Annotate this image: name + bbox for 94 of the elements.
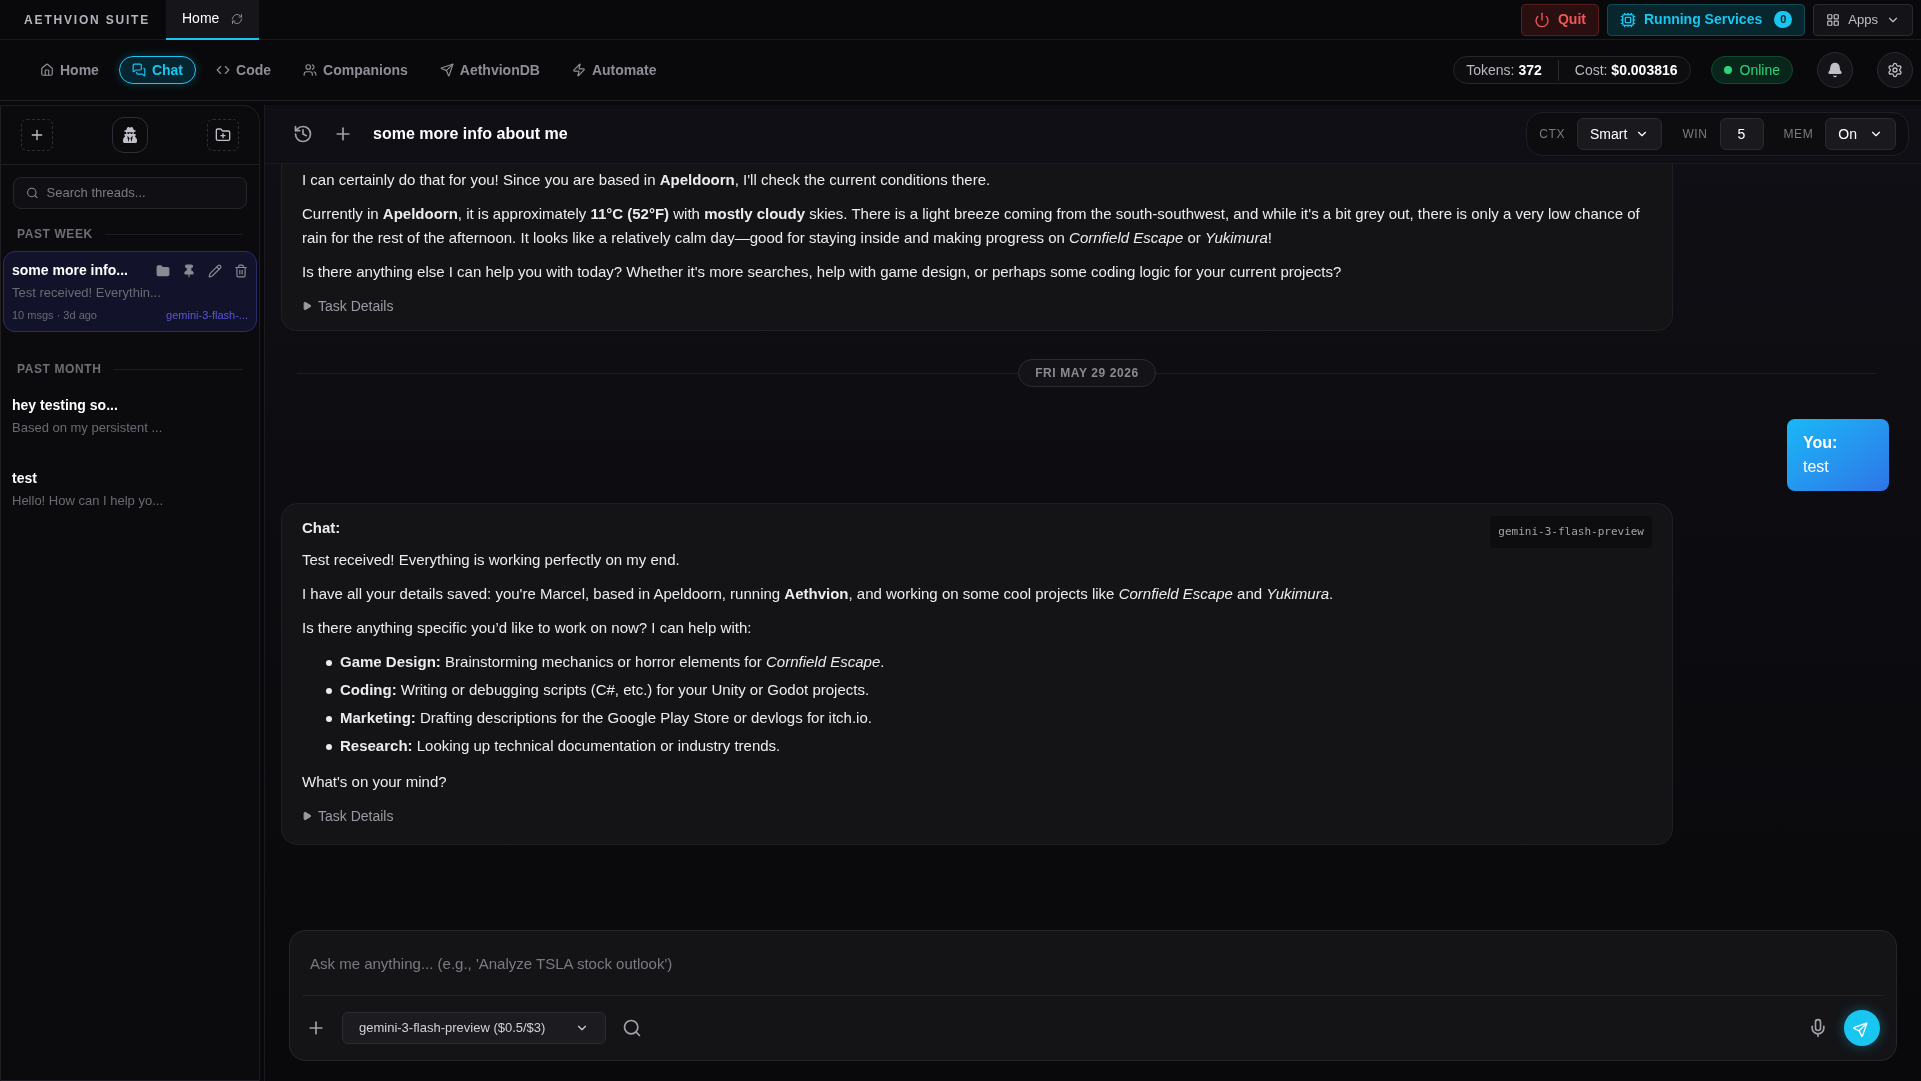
history-button[interactable] xyxy=(293,124,313,144)
history-icon xyxy=(293,124,313,144)
count-badge: 0 xyxy=(1774,11,1793,28)
thread-title: test xyxy=(12,468,37,488)
thread-model: gemini-3-flash-... xyxy=(166,307,248,323)
bullet-icon xyxy=(326,688,332,694)
power-icon xyxy=(1533,11,1550,28)
quit-button[interactable]: Quit xyxy=(1520,3,1599,36)
new-folder-button[interactable] xyxy=(207,119,239,151)
search-icon xyxy=(622,1018,642,1038)
group-heading: PAST MONTH xyxy=(17,361,102,378)
message-composer[interactable]: Ask me anything... (e.g., 'Analyze TSLA stock outlook') gemini-3-flash-preview ($0.5/$3) xyxy=(289,930,1897,1061)
plus-icon xyxy=(29,127,45,143)
sender-label: Chat: xyxy=(302,518,341,538)
thread-item[interactable]: some more info... Test received! Everythin... 10 msgs · 3d ago gemini-3-flash-... xyxy=(3,251,257,332)
pin-icon[interactable] xyxy=(182,263,196,278)
nav-tab[interactable]: Companions xyxy=(291,56,420,84)
model-tag: gemini-3-flash-preview xyxy=(1490,516,1652,548)
list-item-text: Marketing: Drafting descriptions for the Google Play Store or devlogs for itch.io. xyxy=(340,708,872,728)
search-button[interactable] xyxy=(622,1018,642,1038)
online-status: Online xyxy=(1710,56,1793,84)
grid-icon xyxy=(1826,12,1841,27)
message-text: Is there anything specific you’d like to work on now? I can help with: xyxy=(302,618,753,638)
refresh-icon xyxy=(231,12,244,25)
thread-title: hey testing so... xyxy=(12,396,118,415)
list-item-text: Game Design: Brainstorming mechanics or horror elements for Cornfield Escape. xyxy=(340,652,885,672)
settings-button[interactable] xyxy=(1877,52,1913,88)
chat-title: some more info about me xyxy=(373,124,568,144)
expand-icon xyxy=(302,811,312,821)
message-text: I have all your details saved: you're Marcel, based in Apeldoorn, running Aethvion, and working on some cool projects like Cornfield Escape and Yukimura. xyxy=(302,584,1335,604)
thread-item[interactable]: hey testing so... Based on my persistent ... xyxy=(3,386,257,447)
folder-icon[interactable] xyxy=(156,263,170,278)
model-select[interactable]: gemini-3-flash-preview ($0.5/$3) xyxy=(342,1012,606,1044)
delete-icon[interactable] xyxy=(234,263,248,278)
search-icon xyxy=(26,186,39,200)
folder-plus-icon xyxy=(215,127,231,143)
thread-meta: 10 msgs · 3d ago xyxy=(12,307,97,323)
paper-plane-icon xyxy=(439,63,454,77)
message-text: Is there anything else I can help you with today? Whether it's more searches, help with game design, or perhaps some coding logic for your current projects? xyxy=(302,262,1343,282)
message-input[interactable]: Ask me anything... (e.g., 'Analyze TSLA stock outlook') xyxy=(290,931,1896,995)
notifications-button[interactable] xyxy=(1817,52,1853,88)
bullet-icon xyxy=(326,660,332,666)
bullet-icon xyxy=(326,744,332,750)
users-icon xyxy=(303,63,318,77)
thread-title: some more info... xyxy=(12,261,128,280)
nav-tab[interactable]: Chat xyxy=(118,56,197,84)
ctx-select[interactable]: Smart xyxy=(1577,118,1663,150)
task-details-toggle[interactable]: Task Details xyxy=(302,294,394,318)
apps-menu-button[interactable]: Apps xyxy=(1813,3,1913,36)
list-item-text: Research: Looking up technical documentation or industry trends. xyxy=(340,736,781,756)
expand-icon xyxy=(302,301,312,311)
house-icon xyxy=(40,63,54,77)
thread-preview: Based on my persistent ... xyxy=(12,419,164,437)
mem-select[interactable]: On xyxy=(1825,118,1896,150)
message-text: I can certainly do that for you! Since you are based in Apeldoorn, I'll check the current conditions there. xyxy=(302,170,992,190)
chip-icon xyxy=(1619,11,1636,28)
task-details-toggle[interactable]: Task Details xyxy=(302,804,394,828)
code-icon xyxy=(216,63,231,77)
thread-item[interactable]: test Hello! How can I help yo... xyxy=(3,458,257,519)
send-button[interactable] xyxy=(1844,1010,1880,1046)
window-tab[interactable]: Home xyxy=(166,0,260,40)
message-text: Currently in Apeldoorn, it is approximately 11°C (52°F) with mostly cloudy skies. There is a light breeze coming from the south-southwest, and while it's a bit grey out, there is only a very low chance of rain for the rest of the afternoon. It looks like a relatively calm day—good for staying inside and making progress on Cornfield Escape or Yukimura! xyxy=(302,204,1641,248)
brand-name: AETHVION SUITE xyxy=(24,11,150,29)
search-input[interactable]: Search threads... xyxy=(46,183,234,203)
lightning-icon xyxy=(571,63,586,77)
settings-icon xyxy=(1887,62,1903,78)
mem-label: MEM xyxy=(1783,126,1814,143)
token-count: Tokens: 372 xyxy=(1466,59,1559,81)
message-text: What's on your mind? xyxy=(302,772,448,792)
incognito-button[interactable] xyxy=(112,117,148,153)
win-label: WIN xyxy=(1682,126,1708,143)
cost-amount: Cost: $0.003816 xyxy=(1573,60,1678,80)
bell-icon xyxy=(1827,62,1843,78)
thread-preview: Test received! Everythin... xyxy=(12,284,162,302)
edit-icon[interactable] xyxy=(208,263,222,278)
spy-icon xyxy=(122,127,138,143)
group-heading: PAST WEEK xyxy=(17,226,93,243)
message-text: Test received! Everything is working perfectly on my end. xyxy=(302,550,681,570)
running-services-button[interactable]: Running Services 0 xyxy=(1606,3,1806,36)
bullet-icon xyxy=(326,716,332,722)
microphone-icon xyxy=(1808,1018,1828,1038)
user-message: You: test xyxy=(1787,419,1889,491)
new-thread-button[interactable] xyxy=(21,119,53,151)
thread-preview: Hello! How can I help yo... xyxy=(12,491,165,510)
nav-tab[interactable]: Code xyxy=(204,56,284,84)
nav-tab[interactable]: Automate xyxy=(559,56,669,84)
ctx-label: CTX xyxy=(1539,126,1566,143)
nav-tab[interactable]: AethvionDB xyxy=(427,56,552,84)
win-field[interactable]: 5 xyxy=(1719,118,1764,150)
nav-tab[interactable]: Home xyxy=(28,56,111,84)
microphone-button[interactable] xyxy=(1808,1018,1828,1038)
search-field[interactable]: Search threads... xyxy=(13,177,247,209)
chat-bubbles-icon xyxy=(131,63,146,77)
list-item-text: Coding: Writing or debugging scripts (C#, etc.) for your Unity or Godot projects. xyxy=(340,680,870,700)
